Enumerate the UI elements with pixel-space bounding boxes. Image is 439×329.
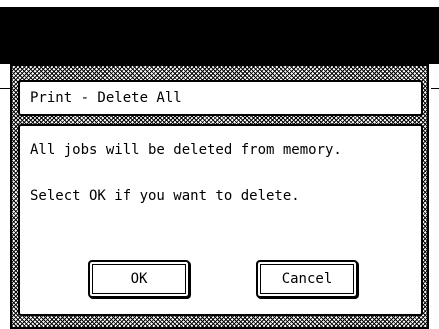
divider-right: [431, 88, 439, 89]
divider-left: [0, 88, 10, 89]
message-line-2: Select OK if you want to delete.: [30, 188, 300, 204]
dialog-title-box: Print - Delete All: [18, 80, 423, 116]
cancel-button[interactable]: Cancel: [256, 260, 358, 298]
dialog-message-box: All jobs will be deleted from memory. Se…: [18, 124, 423, 316]
message-line-1: All jobs will be deleted from memory.: [30, 142, 342, 158]
device-screen: og Print - Delete All All jobs will be d…: [0, 0, 439, 329]
dialog-title: Print - Delete All: [30, 90, 182, 106]
header-bar: [0, 7, 439, 64]
ok-button[interactable]: OK: [88, 260, 190, 298]
